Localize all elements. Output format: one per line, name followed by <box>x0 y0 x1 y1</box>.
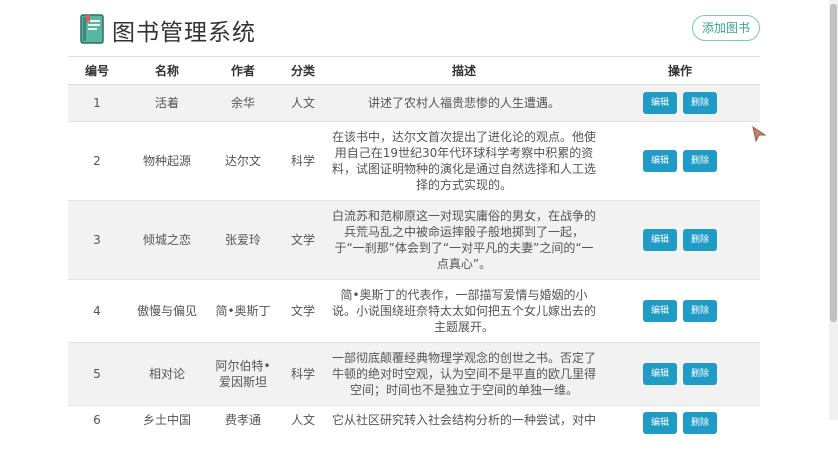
table-row: 2 物种起源 达尔文 科学 在该书中，达尔文首次提出了进化论的观点。他使用自己在… <box>68 121 760 201</box>
scrollbar-thumb[interactable] <box>830 4 837 322</box>
delete-button[interactable]: 删除 <box>683 412 718 434</box>
cell-actions: 编辑 删除 <box>600 279 760 343</box>
edit-button[interactable]: 编辑 <box>642 92 677 114</box>
cell-category: 人文 <box>278 84 328 122</box>
cell-description: 讲述了农村人福贵悲惨的人生遭遇。 <box>328 84 600 122</box>
cell-name: 傲慢与偏见 <box>126 279 208 343</box>
cell-author: 简•奥斯丁 <box>208 279 278 343</box>
header: 图书管理系统 添加图书 <box>68 0 760 56</box>
delete-button[interactable]: 删除 <box>683 150 718 172</box>
table-row: 4 傲慢与偏见 简•奥斯丁 文学 简•奥斯丁的代表作，一部描写爱情与婚姻的小说。… <box>68 279 760 343</box>
table-header-row: 编号 名称 作者 分类 描述 操作 <box>68 56 760 85</box>
column-header-author: 作者 <box>208 56 278 85</box>
cell-author: 达尔文 <box>208 121 278 201</box>
column-header-description: 描述 <box>328 56 600 85</box>
cell-actions: 编辑 删除 <box>600 84 760 122</box>
edit-button[interactable]: 编辑 <box>642 363 677 385</box>
cell-name: 相对论 <box>126 342 208 406</box>
cell-description: 一部彻底颠覆经典物理学观念的创世之书。否定了牛顿的绝对时空观，认为空间不是平直的… <box>328 342 600 406</box>
vertical-scrollbar[interactable] <box>829 0 838 420</box>
delete-button[interactable]: 删除 <box>683 300 718 322</box>
cell-name: 倾城之恋 <box>126 200 208 280</box>
cell-name: 物种起源 <box>126 121 208 201</box>
column-header-category: 分类 <box>278 56 328 85</box>
cell-actions: 编辑 删除 <box>600 342 760 406</box>
cell-id: 6 <box>68 405 126 469</box>
edit-button[interactable]: 编辑 <box>642 412 677 434</box>
books-table: 编号 名称 作者 分类 描述 操作 1 活着 余华 人文 讲述了农村人福贵悲惨的… <box>68 56 760 469</box>
cell-name: 活着 <box>126 84 208 122</box>
cell-author: 阿尔伯特•爱因斯坦 <box>208 342 278 406</box>
edit-button[interactable]: 编辑 <box>642 300 677 322</box>
cell-description: 它从社区研究转入社会结构分析的一种尝试，对中 <box>328 405 600 469</box>
table-row: 6 乡土中国 费孝通 人文 它从社区研究转入社会结构分析的一种尝试，对中 编辑删… <box>68 405 760 469</box>
cell-name: 乡土中国 <box>126 405 208 469</box>
cell-actions: 编辑 删除 <box>600 121 760 201</box>
cell-description: 在该书中，达尔文首次提出了进化论的观点。他使用自己在19世纪30年代环球科学考察… <box>328 121 600 201</box>
cell-category: 文学 <box>278 200 328 280</box>
cell-description: 简•奥斯丁的代表作，一部描写爱情与婚姻的小说。小说围绕班奈特太太如何把五个女儿嫁… <box>328 279 600 343</box>
cell-id: 4 <box>68 279 126 343</box>
cell-id: 5 <box>68 342 126 406</box>
delete-button[interactable]: 删除 <box>683 363 718 385</box>
cell-author: 张爱玲 <box>208 200 278 280</box>
page: 图书管理系统 添加图书 编号 名称 作者 分类 描述 操作 1 活着 余华 人文 <box>68 0 760 469</box>
cell-id: 3 <box>68 200 126 280</box>
column-header-actions: 操作 <box>600 56 760 85</box>
add-book-button[interactable]: 添加图书 <box>691 15 760 41</box>
cell-category: 科学 <box>278 121 328 201</box>
cell-id: 2 <box>68 121 126 201</box>
edit-button[interactable]: 编辑 <box>642 150 677 172</box>
cell-category: 人文 <box>278 405 328 469</box>
cell-actions: 编辑 删除 <box>600 200 760 280</box>
edit-button[interactable]: 编辑 <box>642 229 677 251</box>
cell-author: 费孝通 <box>208 405 278 469</box>
table-row: 5 相对论 阿尔伯特•爱因斯坦 科学 一部彻底颠覆经典物理学观念的创世之书。否定… <box>68 342 760 406</box>
mouse-cursor-icon <box>752 126 766 142</box>
column-header-name: 名称 <box>126 56 208 85</box>
delete-button[interactable]: 删除 <box>683 92 718 114</box>
page-title: 图书管理系统 <box>112 20 256 46</box>
cell-description: 白流苏和范柳原这一对现实庸俗的男女，在战争的兵荒马乱之中被命运摔骰子般地掷到了一… <box>328 200 600 280</box>
cell-id: 1 <box>68 84 126 122</box>
cell-actions: 编辑 删除 <box>600 405 760 469</box>
table-row: 3 倾城之恋 张爱玲 文学 白流苏和范柳原这一对现实庸俗的男女，在战争的兵荒马乱… <box>68 200 760 280</box>
table-row: 1 活着 余华 人文 讲述了农村人福贵悲惨的人生遭遇。 编辑 删除 <box>68 84 760 122</box>
cell-author: 余华 <box>208 84 278 122</box>
cell-category: 科学 <box>278 342 328 406</box>
delete-button[interactable]: 删除 <box>683 229 718 251</box>
book-icon <box>80 14 104 44</box>
cell-category: 文学 <box>278 279 328 343</box>
column-header-id: 编号 <box>68 56 126 85</box>
